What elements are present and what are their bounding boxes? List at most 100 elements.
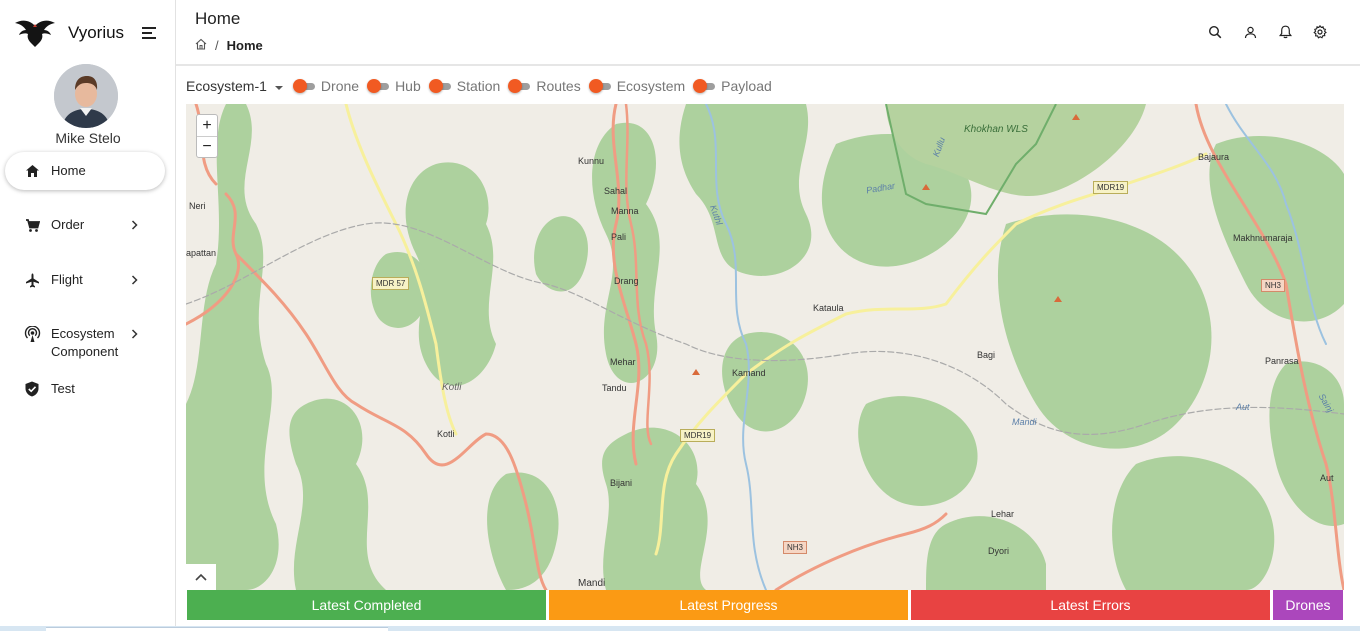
layer-filter-bar: Ecosystem-1 Drone Hub Station Routes Eco…: [186, 74, 780, 98]
tab-drones[interactable]: Drones: [1273, 590, 1343, 620]
road-shield-nh3: NH3: [783, 541, 808, 554]
toggle-switch[interactable]: [588, 79, 611, 93]
map-label-mehar: Mehar: [610, 357, 636, 367]
toggle-payload[interactable]: Payload: [693, 78, 772, 94]
tab-latest-completed[interactable]: Latest Completed: [187, 590, 546, 620]
sidebar: Vyorius Mike Stelo Home Order Flight Eco…: [0, 0, 176, 631]
search-icon[interactable]: [1207, 24, 1223, 40]
breadcrumb-current: Home: [226, 38, 263, 53]
road-shield-mdr19: MDR19: [680, 429, 716, 442]
map-label-aut: Aut: [1320, 473, 1334, 483]
toggle-switch[interactable]: [292, 79, 315, 93]
map-label-manna: Manna: [611, 206, 639, 216]
map-label-bijani: Bijani: [610, 478, 633, 488]
road-shield-nh3: NH3: [1261, 279, 1286, 292]
bell-icon[interactable]: [1277, 24, 1293, 40]
eagle-logo-icon: [15, 20, 55, 47]
sidebar-item-home[interactable]: Home: [5, 152, 165, 190]
zoom-out-button[interactable]: −: [197, 136, 217, 157]
chevron-right-icon: [131, 216, 145, 234]
road-shield-mdr19: MDR19: [1093, 181, 1129, 194]
toggle-station[interactable]: Station: [428, 78, 501, 94]
chevron-up-icon[interactable]: [186, 564, 216, 590]
ecosystem-select-value: Ecosystem-1: [186, 78, 267, 94]
toggle-label: Drone: [320, 78, 360, 94]
gear-icon[interactable]: [1312, 24, 1328, 40]
toggle-switch[interactable]: [693, 79, 716, 93]
sidebar-item-label: Test: [51, 381, 75, 396]
toggle-label: Station: [456, 78, 501, 94]
caret-down-icon: [274, 85, 283, 90]
sidebar-item-order[interactable]: Order: [5, 216, 165, 234]
map-label-pali: Pali: [611, 232, 627, 242]
road-shield-mdr57: MDR 57: [372, 277, 410, 290]
sidebar-item-ecosystem-component[interactable]: Ecosystem Component: [5, 325, 165, 361]
map-tiles[interactable]: [186, 104, 1344, 590]
horizontal-scrollbar[interactable]: [0, 626, 1360, 631]
chevron-right-icon: [131, 325, 145, 343]
avatar[interactable]: [54, 64, 118, 128]
page-title: Home: [195, 9, 241, 28]
sidebar-item-test[interactable]: Test: [5, 380, 165, 398]
map-label-makhnumaraja: Makhnumaraja: [1233, 233, 1293, 243]
tab-latest-progress[interactable]: Latest Progress: [549, 590, 908, 620]
toggle-ecosystem[interactable]: Ecosystem: [588, 78, 686, 94]
breadcrumb-separator: /: [215, 38, 219, 53]
top-header: Home / Home: [176, 0, 1360, 66]
cart-icon: [23, 216, 41, 234]
sidebar-item-label: Order: [51, 217, 85, 232]
toggle-hub[interactable]: Hub: [367, 78, 421, 94]
map-label-khokhan: Khokhan WLS: [964, 124, 1028, 135]
sidebar-item-label: Home: [51, 163, 86, 178]
app-root: Vyorius Mike Stelo Home Order Flight Eco…: [0, 0, 1360, 631]
user-icon[interactable]: [1242, 24, 1258, 40]
map-label-mandi-river: Mandi: [1012, 417, 1037, 427]
map-label-sahal: Sahal: [604, 186, 628, 196]
map-label-apattan: apattan: [186, 248, 217, 258]
sidebar-item-label: Ecosystem Component: [51, 326, 119, 359]
header-actions: [1188, 24, 1328, 40]
map-label-kamand: Kamand: [732, 368, 766, 378]
map-label-neri: Neri: [189, 201, 206, 211]
map-label-panrasa: Panrasa: [1265, 356, 1299, 366]
chevron-right-icon: [131, 271, 145, 289]
map-label-aut-river: Aut: [1236, 402, 1250, 412]
toggle-label: Hub: [395, 78, 421, 94]
toggle-switch[interactable]: [367, 79, 390, 93]
ecosystem-select[interactable]: Ecosystem-1: [186, 78, 283, 94]
map-label-kotli: Kotli: [437, 429, 455, 439]
map-label-lehar: Lehar: [991, 509, 1015, 519]
map-label-mandi: Mandi: [578, 578, 606, 589]
map-label-bajaura: Bajaura: [1198, 152, 1230, 162]
toggle-switch[interactable]: [428, 79, 451, 93]
tab-latest-errors[interactable]: Latest Errors: [911, 590, 1270, 620]
zoom-in-button[interactable]: +: [197, 115, 217, 136]
toggle-label: Routes: [536, 78, 581, 94]
breadcrumb: / Home: [195, 38, 263, 53]
map-label-drang: Drang: [614, 276, 639, 286]
map-label-dyori: Dyori: [988, 546, 1010, 556]
home-icon: [23, 162, 41, 180]
toggle-switch[interactable]: [508, 79, 531, 93]
toggle-drone[interactable]: Drone: [292, 78, 360, 94]
user-photo: [54, 64, 118, 128]
map-label-tandu: Tandu: [602, 383, 627, 393]
map-view[interactable]: Khokhan WLS Bajaura Kunnu Sahal Manna Pa…: [186, 104, 1344, 590]
zoom-control: + −: [196, 114, 218, 158]
map-label-kunnu: Kunnu: [578, 156, 605, 166]
broadcast-icon: [23, 325, 41, 343]
toggle-label: Ecosystem: [616, 78, 686, 94]
sidebar-item-flight[interactable]: Flight: [5, 271, 165, 289]
map-label-kataula: Kataula: [813, 303, 844, 313]
shield-check-icon: [23, 380, 41, 398]
toggle-routes[interactable]: Routes: [508, 78, 581, 94]
map-label-kotli-area: Kotli: [442, 382, 462, 393]
airplane-icon: [23, 271, 41, 289]
map-label-bagi: Bagi: [977, 350, 996, 360]
menu-toggle-icon[interactable]: [142, 27, 156, 42]
toggle-label: Payload: [721, 78, 772, 94]
home-icon[interactable]: [195, 38, 207, 53]
brand[interactable]: Vyorius: [14, 18, 124, 48]
user-name: Mike Stelo: [55, 130, 121, 146]
sidebar-item-label: Flight: [51, 272, 83, 287]
